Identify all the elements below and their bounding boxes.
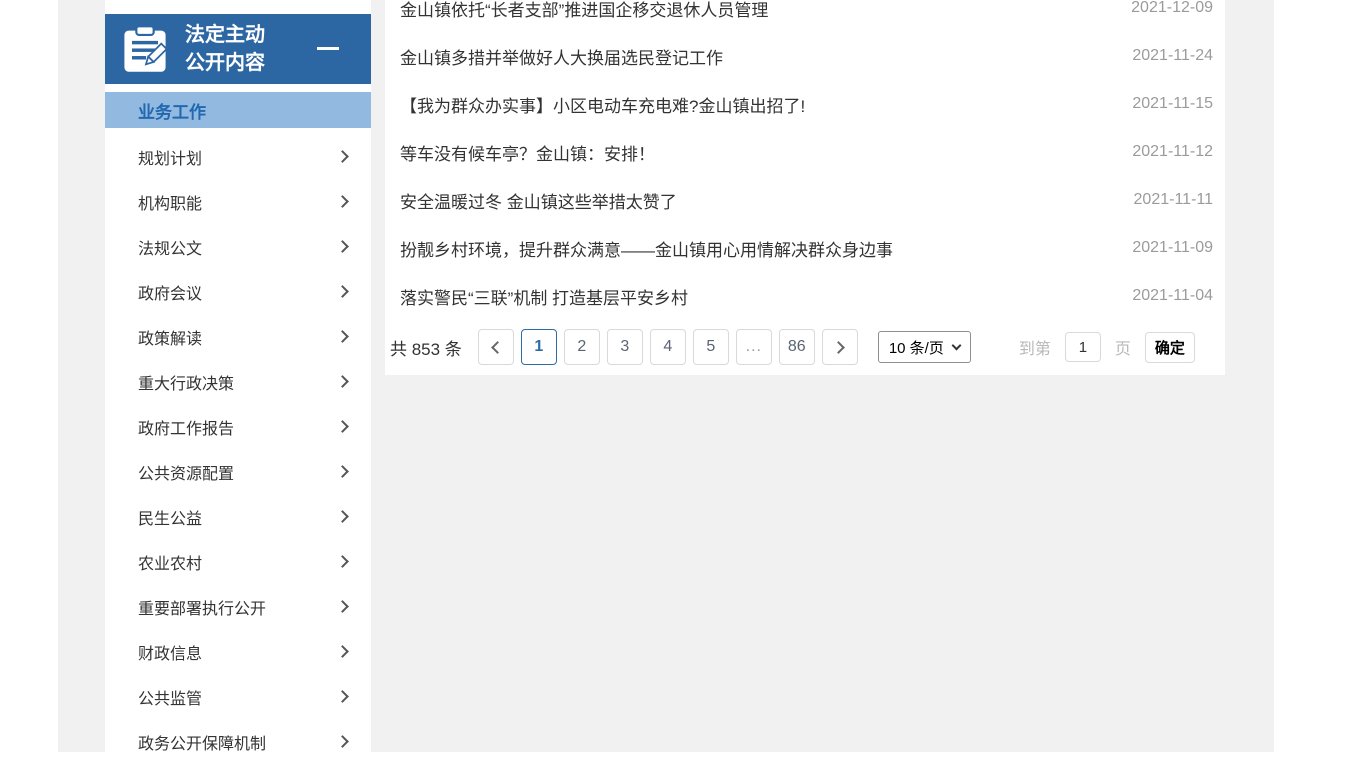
sidebar-item[interactable]: 政府工作报告 [105,404,371,449]
chevron-left-icon [491,341,504,354]
chevron-right-icon [336,735,349,748]
sidebar-item[interactable]: 重大行政决策 [105,359,371,404]
chevron-right-icon [336,600,349,613]
sidebar-menu: 规划计划 机构职能 法规公文 政府会议 政策解读 重大行政决策 政府工作报告 公… [105,134,371,764]
chevron-right-icon [832,341,845,354]
chevron-right-icon [336,150,349,163]
news-row: 落实警民“三联”机制 打造基层平安乡村 2021-11-04 [400,272,1213,320]
news-link[interactable]: 金山镇依托“长者支部”推进国企移交退休人员管理 [400,0,768,21]
sidebar-header: 法定主动 公开内容 [105,14,371,84]
prev-page-button[interactable] [478,329,514,365]
news-date: 2021-11-24 [1132,47,1213,65]
more-pages-button[interactable]: ... [736,329,772,365]
chevron-right-icon [336,420,349,433]
sidebar-item[interactable]: 政务公开保障机制 [105,719,371,764]
page-button-2[interactable]: 2 [564,329,600,365]
sidebar-item[interactable]: 公共监管 [105,674,371,719]
sidebar-item[interactable]: 财政信息 [105,629,371,674]
page-button-4[interactable]: 4 [650,329,686,365]
sidebar-item[interactable]: 民生公益 [105,494,371,539]
chevron-right-icon [336,240,349,253]
chevron-right-icon [336,645,349,658]
content-panel: 金山镇依托“长者支部”推进国企移交退休人员管理 2021-12-09 金山镇多措并… [385,0,1225,375]
news-row: 金山镇依托“长者支部”推进国企移交退休人员管理 2021-12-09 [400,0,1213,32]
chevron-right-icon [336,330,349,343]
sidebar-header-title: 法定主动 公开内容 [185,21,265,77]
news-row: 金山镇多措并举做好人大换届选民登记工作 2021-11-24 [400,32,1213,80]
sidebar-item[interactable]: 政策解读 [105,314,371,359]
goto-page-suffix: 页 [1115,335,1131,359]
page-size-select[interactable]: 10 条/页 [878,331,971,363]
chevron-right-icon [336,465,349,478]
news-date: 2021-12-09 [1131,0,1213,17]
sidebar-item[interactable]: 农业农村 [105,539,371,584]
chevron-right-icon [336,690,349,703]
chevron-down-icon [951,340,961,350]
news-row: 等车没有候车亭？金山镇：安排！ 2021-11-12 [400,128,1213,176]
page-button-3[interactable]: 3 [607,329,643,365]
news-link[interactable]: 安全温暖过冬 金山镇这些举措太赞了 [400,188,677,213]
news-row: 【我为群众办实事】小区电动车充电难?金山镇出招了! 2021-11-15 [400,80,1213,128]
chevron-right-icon [336,555,349,568]
sidebar-item[interactable]: 重要部署执行公开 [105,584,371,629]
news-row: 扮靓乡村环境，提升群众满意——金山镇用心用情解决群众身边事 2021-11-09 [400,224,1213,272]
sidebar-item[interactable]: 规划计划 [105,134,371,179]
news-row: 安全温暖过冬 金山镇这些举措太赞了 2021-11-11 [400,176,1213,224]
pagination-bar: 共 853 条 1 2 3 4 5 ... 86 10 条/页 到第 页 确定 [390,329,1213,365]
sidebar: 法定主动 公开内容 业务工作 规划计划 机构职能 法规公文 政府会议 政策解读 … [105,0,371,752]
left-gray-band [58,0,105,752]
news-date: 2021-11-12 [1132,143,1213,161]
news-date: 2021-11-04 [1132,287,1213,305]
confirm-button[interactable]: 确定 [1145,332,1195,363]
sidebar-item-label: 业务工作 [138,98,206,123]
collapse-minus-icon[interactable] [317,47,339,50]
news-date: 2021-11-09 [1132,239,1213,257]
chevron-right-icon [336,375,349,388]
chevron-right-icon [336,195,349,208]
clipboard-pencil-icon [119,23,171,75]
page-button-5[interactable]: 5 [693,329,729,365]
sidebar-item[interactable]: 法规公文 [105,224,371,269]
sidebar-item[interactable]: 机构职能 [105,179,371,224]
news-link[interactable]: 扮靓乡村环境，提升群众满意——金山镇用心用情解决群众身边事 [400,236,893,261]
sidebar-item-active[interactable]: 业务工作 [105,92,371,128]
chevron-right-icon [336,285,349,298]
news-date: 2021-11-11 [1134,191,1213,209]
next-page-button[interactable] [822,329,858,365]
news-link[interactable]: 等车没有候车亭？金山镇：安排！ [400,140,655,165]
news-date: 2021-11-15 [1132,95,1213,113]
news-link[interactable]: 金山镇多措并举做好人大换届选民登记工作 [400,44,723,69]
goto-page-input[interactable] [1065,332,1101,362]
goto-page-prefix: 到第 [1019,335,1051,359]
total-count-label: 共 853 条 [390,335,462,360]
chevron-right-icon [336,510,349,523]
news-list: 金山镇依托“长者支部”推进国企移交退休人员管理 2021-12-09 金山镇多措并… [385,0,1225,320]
page-button-86[interactable]: 86 [779,329,815,365]
page-button-1[interactable]: 1 [521,329,557,365]
sidebar-item[interactable]: 政府会议 [105,269,371,314]
news-link[interactable]: 【我为群众办实事】小区电动车充电难?金山镇出招了! [400,92,805,117]
news-link[interactable]: 落实警民“三联”机制 打造基层平安乡村 [400,284,688,309]
sidebar-item[interactable]: 公共资源配置 [105,449,371,494]
